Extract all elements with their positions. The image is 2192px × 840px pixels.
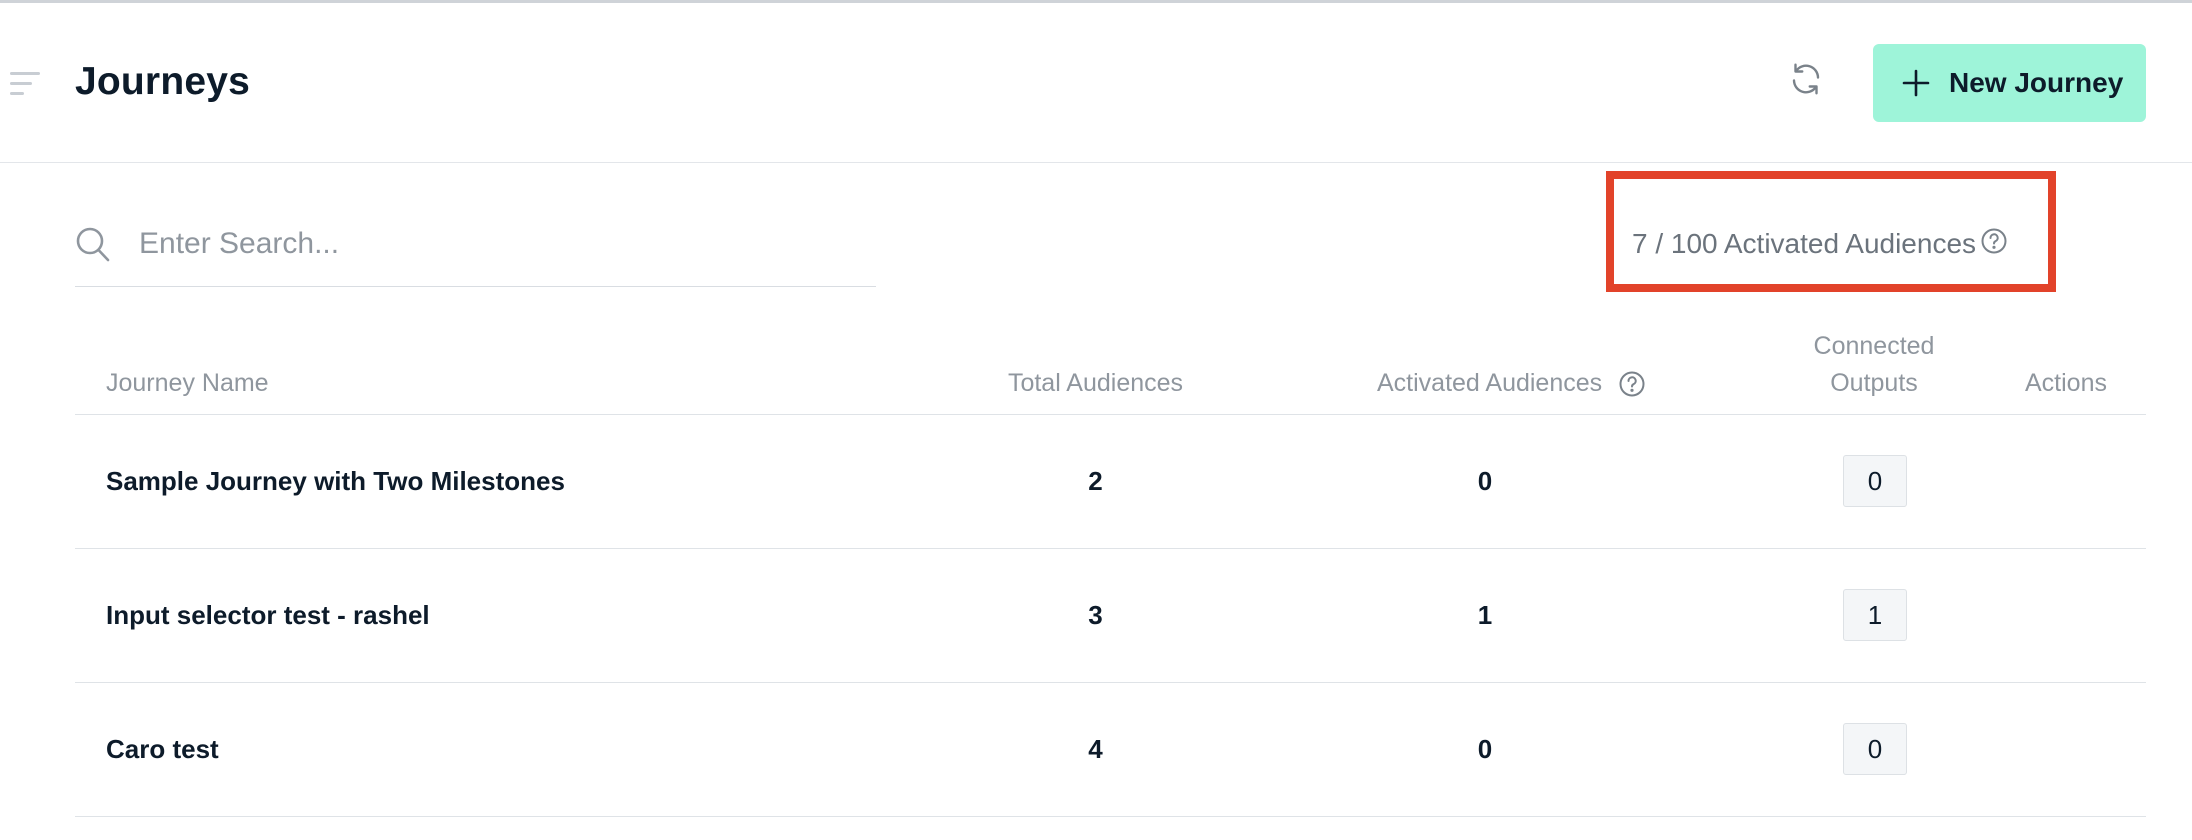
- activated-audiences-value: 1: [1477, 600, 1493, 630]
- total-audiences-value: 4: [1088, 734, 1103, 764]
- plus-icon: [1901, 68, 1931, 98]
- refresh-icon: [1792, 63, 1820, 95]
- table-row[interactable]: Caro test 4 0 0: [75, 683, 2146, 817]
- search-input[interactable]: [137, 221, 857, 267]
- refresh-button[interactable]: [1786, 59, 1826, 99]
- page-header: Journeys New Journey: [0, 3, 2192, 163]
- column-header-journey-name[interactable]: Journey Name: [106, 365, 269, 402]
- connected-outputs-badge[interactable]: 0: [1843, 455, 1907, 507]
- table-row[interactable]: Sample Journey with Two Milestones 2 0 0: [75, 415, 2146, 549]
- column-header-total-audiences[interactable]: Total Audiences: [1003, 365, 1188, 402]
- new-journey-label: New Journey: [1949, 67, 2124, 98]
- column-header-connected-outputs[interactable]: Connected Outputs: [1774, 328, 1974, 402]
- column-header-actions: Actions: [2025, 369, 2107, 397]
- activated-audiences-value: 0: [1477, 734, 1493, 764]
- help-icon[interactable]: [1980, 227, 2008, 255]
- connected-outputs-badge[interactable]: 1: [1843, 589, 1907, 641]
- activated-audiences-value: 0: [1477, 466, 1493, 496]
- page-title: Journeys: [75, 60, 251, 103]
- total-audiences-value: 3: [1088, 600, 1103, 630]
- journey-name[interactable]: Input selector test - rashel: [106, 596, 430, 634]
- help-icon[interactable]: [1618, 370, 1646, 398]
- connected-outputs-badge[interactable]: 0: [1843, 723, 1907, 775]
- column-header-activated-audiences[interactable]: Activated Audiences: [1377, 365, 1602, 402]
- total-audiences-value: 2: [1088, 466, 1103, 496]
- search-bar: [75, 215, 876, 287]
- activated-audiences-quota: 7 / 100 Activated Audiences: [1632, 228, 1977, 259]
- table-row[interactable]: Input selector test - rashel 3 1 1: [75, 549, 2146, 683]
- menu-icon[interactable]: [10, 70, 40, 98]
- journey-name[interactable]: Sample Journey with Two Milestones: [106, 462, 565, 500]
- search-icon: [76, 227, 110, 262]
- journey-name[interactable]: Caro test: [106, 730, 219, 768]
- new-journey-button[interactable]: New Journey: [1873, 44, 2146, 122]
